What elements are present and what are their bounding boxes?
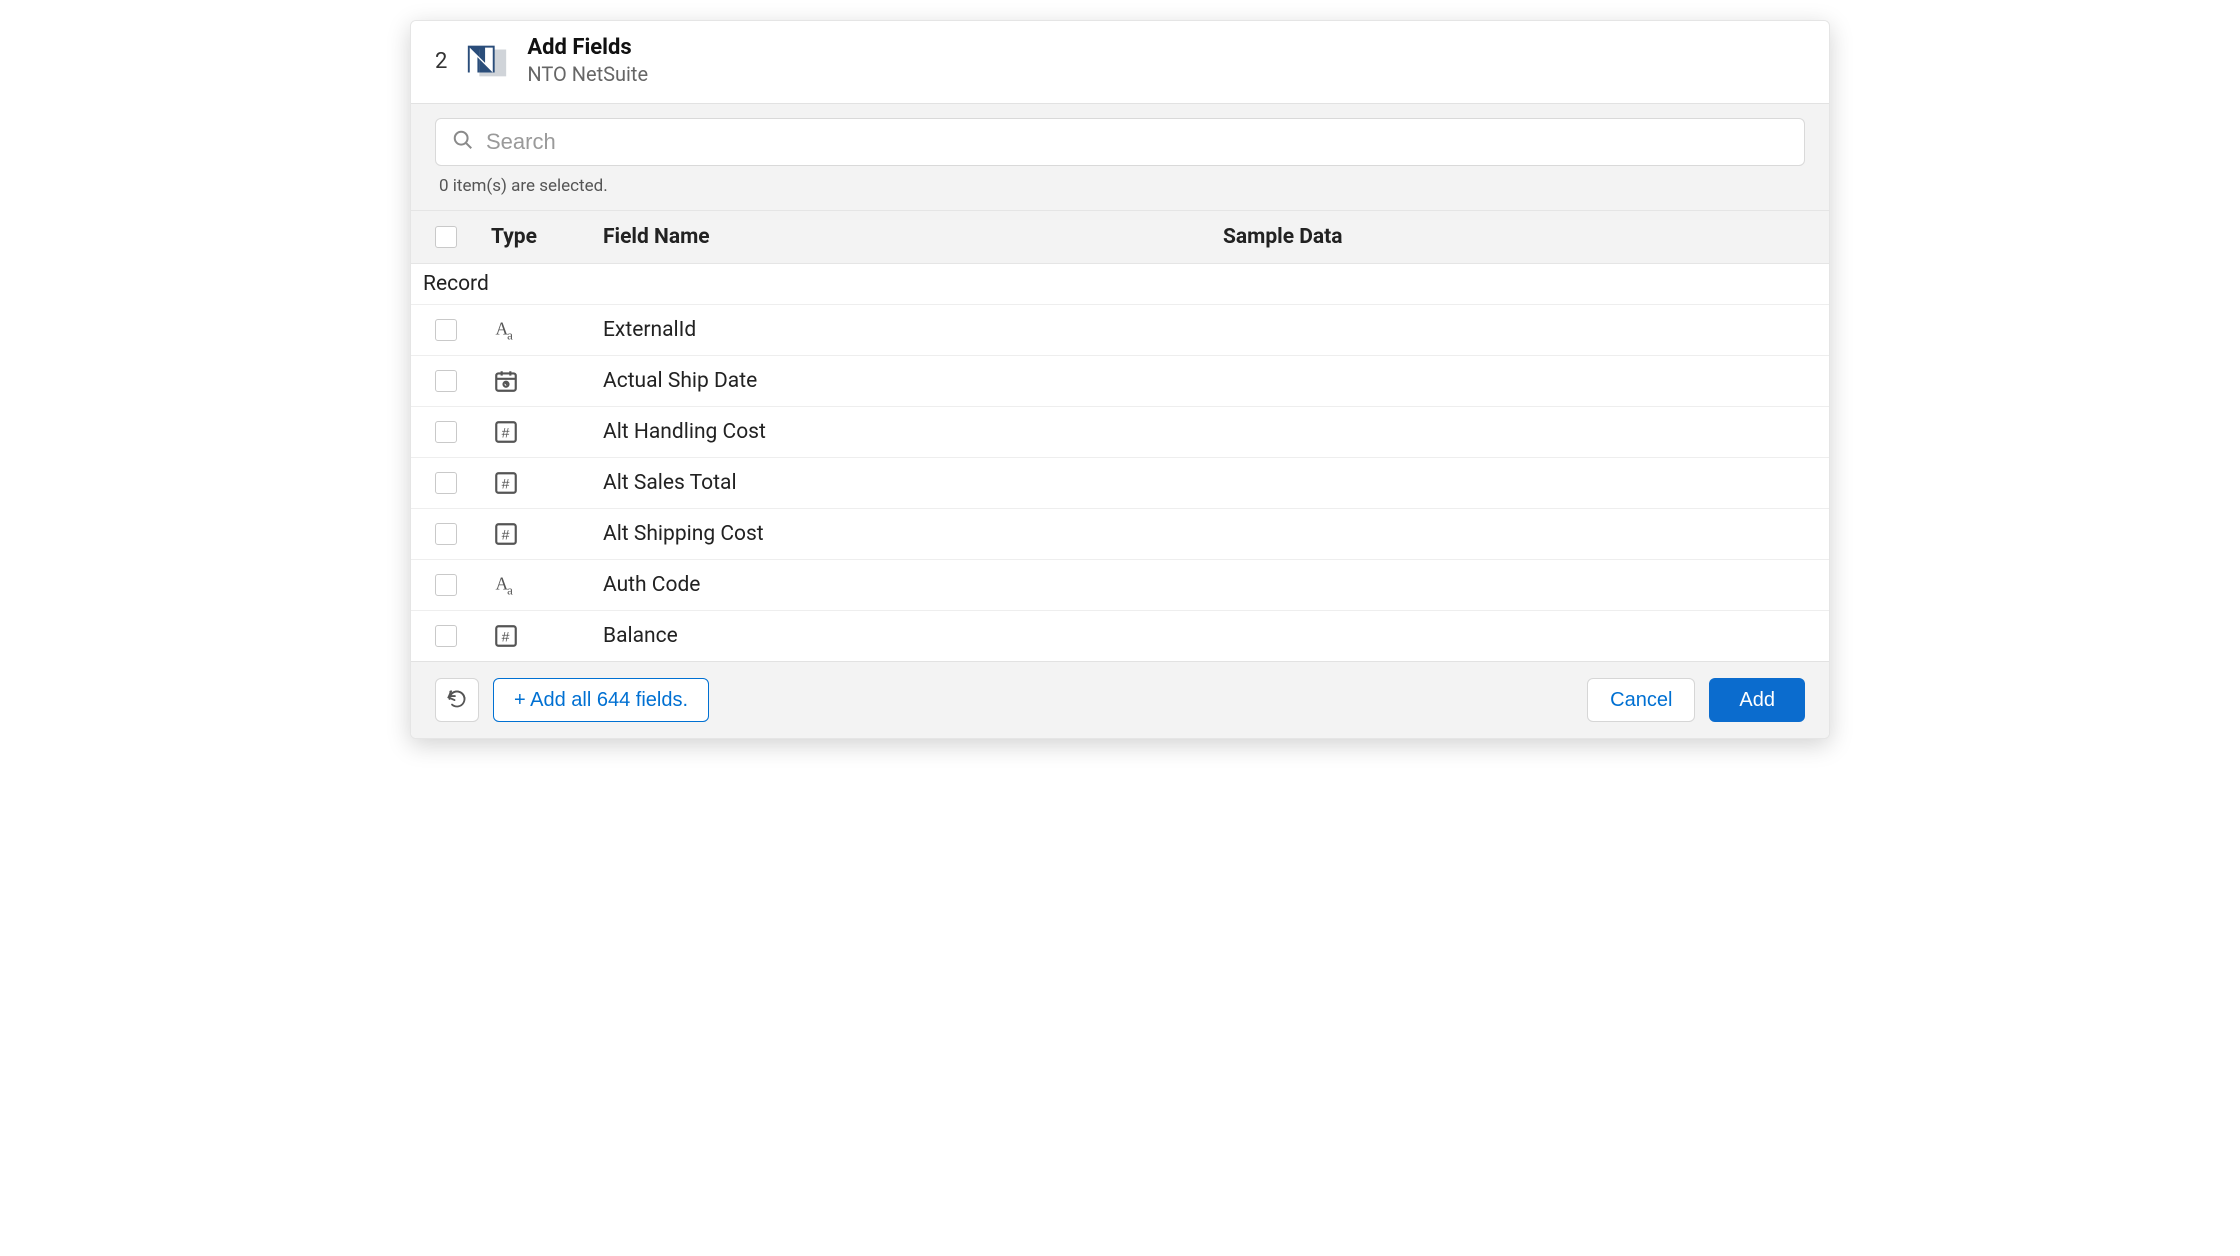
svg-text:a: a <box>507 329 513 343</box>
refresh-button[interactable] <box>435 678 479 722</box>
field-name-cell: Alt Sales Total <box>603 471 1223 495</box>
netsuite-icon <box>463 37 511 85</box>
table-row[interactable]: # Alt Sales Total <box>411 458 1829 509</box>
svg-text:#: # <box>502 629 510 645</box>
add-all-fields-button[interactable]: + Add all 644 fields. <box>493 678 709 722</box>
rows-container: Aa ExternalId Actual Ship Date # Alt Handlin… <box>411 305 1829 661</box>
svg-text:a: a <box>507 584 513 598</box>
row-checkbox[interactable] <box>435 574 457 596</box>
col-header-field-name: Field Name <box>603 225 1223 249</box>
cancel-button[interactable]: Cancel <box>1587 678 1695 722</box>
table-header-row: Type Field Name Sample Data <box>411 210 1829 264</box>
field-name-cell: Balance <box>603 624 1223 648</box>
step-number: 2 <box>435 49 447 74</box>
select-all-checkbox[interactable] <box>435 226 457 248</box>
table-row[interactable]: Aa ExternalId <box>411 305 1829 356</box>
text-type-icon: Aa <box>491 570 521 600</box>
search-input[interactable] <box>486 129 1788 155</box>
modal-subtitle: NTO NetSuite <box>527 61 648 87</box>
svg-text:#: # <box>502 527 510 543</box>
search-box[interactable] <box>435 118 1805 166</box>
number-type-icon: # <box>491 468 521 498</box>
header-titles: Add Fields NTO NetSuite <box>527 35 648 87</box>
table-row[interactable]: # Alt Shipping Cost <box>411 509 1829 560</box>
row-checkbox[interactable] <box>435 625 457 647</box>
search-section: 0 item(s) are selected. <box>411 103 1829 210</box>
table-row[interactable]: # Alt Handling Cost <box>411 407 1829 458</box>
row-checkbox[interactable] <box>435 370 457 392</box>
add-fields-modal: 2 Add Fields NTO NetSuite 0 <box>410 20 1830 739</box>
number-type-icon: # <box>491 519 521 549</box>
text-type-icon: Aa <box>491 315 521 345</box>
date-type-icon <box>491 366 521 396</box>
field-name-cell: Auth Code <box>603 573 1223 597</box>
table-row[interactable]: Actual Ship Date <box>411 356 1829 407</box>
col-header-type: Type <box>491 225 603 249</box>
field-name-cell: ExternalId <box>603 318 1223 342</box>
search-icon <box>452 129 474 155</box>
row-checkbox[interactable] <box>435 319 457 341</box>
table-row[interactable]: Aa Auth Code <box>411 560 1829 611</box>
selected-count: 0 item(s) are selected. <box>435 166 1805 200</box>
refresh-icon <box>447 689 467 712</box>
modal-header: 2 Add Fields NTO NetSuite <box>411 21 1829 103</box>
add-button[interactable]: Add <box>1709 678 1805 722</box>
row-checkbox[interactable] <box>435 523 457 545</box>
field-name-cell: Actual Ship Date <box>603 369 1223 393</box>
field-name-cell: Alt Handling Cost <box>603 420 1223 444</box>
row-checkbox[interactable] <box>435 421 457 443</box>
number-type-icon: # <box>491 621 521 651</box>
group-label: Record <box>411 264 1829 305</box>
col-header-sample-data: Sample Data <box>1223 225 1805 249</box>
modal-footer: + Add all 644 fields. Cancel Add <box>411 661 1829 738</box>
svg-text:#: # <box>502 476 510 492</box>
svg-text:#: # <box>502 425 510 441</box>
table-row[interactable]: # Balance <box>411 611 1829 661</box>
row-checkbox[interactable] <box>435 472 457 494</box>
modal-title: Add Fields <box>527 35 648 61</box>
field-name-cell: Alt Shipping Cost <box>603 522 1223 546</box>
number-type-icon: # <box>491 417 521 447</box>
